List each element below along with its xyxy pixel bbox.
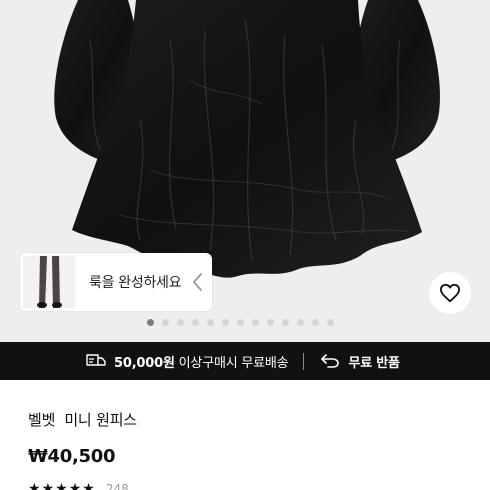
carousel-indicator[interactable] [147, 319, 334, 326]
product-image-gallery[interactable]: 룩을 완성하세요 [0, 0, 490, 342]
carousel-dot[interactable] [222, 319, 229, 326]
heart-icon [439, 283, 460, 303]
carousel-dot[interactable] [252, 319, 259, 326]
free-shipping-info: 50,000원 이상구매시 무료배송 [86, 352, 289, 371]
carousel-dot[interactable] [312, 319, 319, 326]
free-return-info: 무료 반품 [321, 352, 400, 371]
chevron-left-icon[interactable] [192, 272, 204, 296]
complete-the-look-label: 룩을 완성하세요 [89, 275, 182, 291]
divider [303, 352, 305, 370]
carousel-dot[interactable] [207, 319, 214, 326]
carousel-dot[interactable] [162, 319, 169, 326]
star-icon: ★ [68, 481, 82, 490]
wishlist-button[interactable] [429, 272, 471, 314]
truck-icon [86, 354, 106, 366]
shipping-banner: 50,000원 이상구매시 무료배송 무료 반품 [0, 342, 490, 380]
product-rating[interactable]: ★ ★ ★ ★ ★ 248 [28, 482, 129, 490]
star-icon: ★ [28, 481, 41, 490]
carousel-dot[interactable] [327, 319, 334, 326]
carousel-dot[interactable] [192, 319, 199, 326]
star-icon: ★ [82, 481, 95, 490]
carousel-dot[interactable] [147, 319, 154, 326]
carousel-dot[interactable] [297, 319, 304, 326]
star-icon: ★ [55, 481, 68, 490]
free-return-label: 무료 반품 [348, 355, 400, 371]
carousel-dot[interactable] [237, 319, 244, 326]
product-price: ₩40,500 [28, 446, 116, 467]
review-count[interactable]: 248 [106, 482, 129, 490]
complete-the-look-button[interactable]: 룩을 완성하세요 [20, 253, 212, 311]
return-arrow-icon [321, 354, 340, 368]
stockings-thumbnail [23, 256, 75, 308]
shipping-condition: 이상구매시 무료배송 [178, 355, 289, 371]
carousel-dot[interactable] [282, 319, 289, 326]
carousel-dot[interactable] [267, 319, 274, 326]
product-detail-page: 룩을 완성하세요 50,000원 이상구매시 무료배송 무료 반품 벨벳 미니 … [0, 0, 490, 490]
shipping-threshold: 50,000원 [114, 355, 175, 371]
carousel-dot[interactable] [177, 319, 184, 326]
star-icon: ★ [41, 481, 55, 490]
product-name: 벨벳 미니 원피스 [28, 411, 137, 429]
